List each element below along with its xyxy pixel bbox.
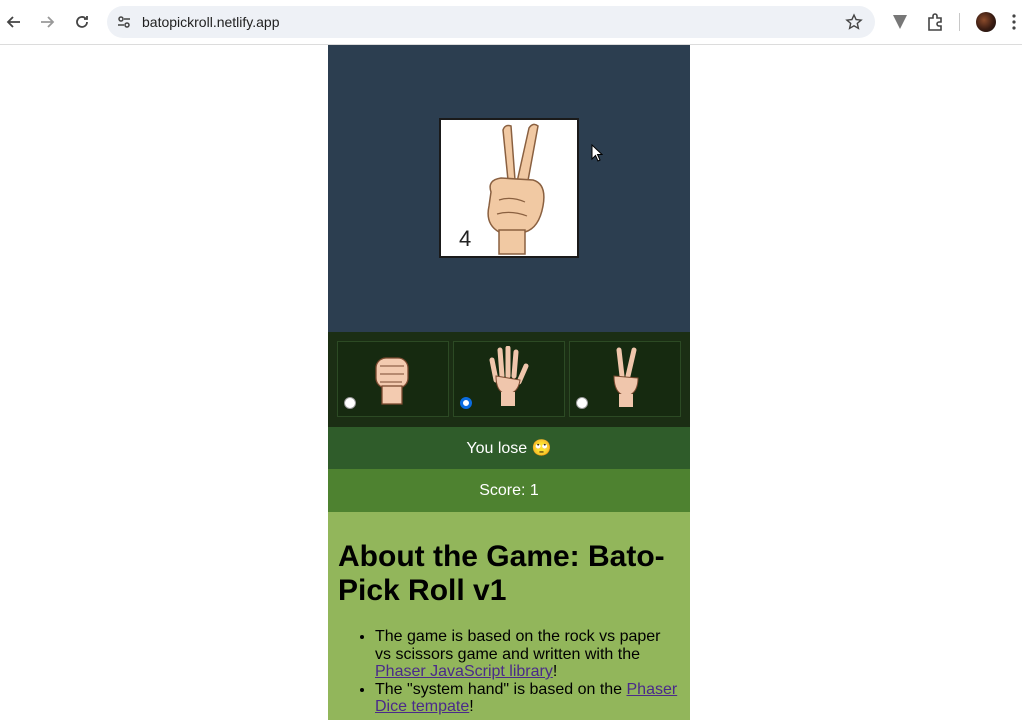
list-item-text: ! bbox=[552, 663, 558, 680]
menu-kebab-icon[interactable] bbox=[1012, 14, 1016, 30]
game-page: 4 You lose 🙄 Score: 1 About the Game: Ba… bbox=[328, 45, 690, 720]
list-item-text: The "system hand" is based on the bbox=[375, 680, 627, 698]
extensions-puzzle-icon[interactable] bbox=[925, 12, 945, 32]
arrow-left-icon bbox=[6, 16, 20, 28]
list-item: The "system hand" is based on the Phaser… bbox=[375, 681, 680, 716]
list-item-text: The game is based on the rock vs paper v… bbox=[375, 628, 661, 663]
about-title: About the Game: Bato-Pick Roll v1 bbox=[338, 540, 665, 607]
profile-avatar[interactable] bbox=[976, 12, 996, 32]
site-settings-icon[interactable] bbox=[116, 14, 132, 30]
reload-icon bbox=[76, 16, 88, 28]
list-item: The game is based on the rock vs paper v… bbox=[375, 628, 680, 681]
arrow-right-icon bbox=[41, 16, 55, 28]
hand-choices bbox=[328, 332, 690, 427]
back-button[interactable] bbox=[2, 10, 26, 34]
system-hand-card: 4 bbox=[439, 118, 579, 258]
choice-scissors[interactable] bbox=[569, 341, 681, 417]
system-hand-number: 4 bbox=[459, 226, 472, 251]
reload-button[interactable] bbox=[70, 10, 94, 34]
game-canvas: 4 bbox=[328, 45, 690, 332]
score-text: Score: 1 bbox=[479, 481, 539, 499]
about-section: About the Game: Bato-Pick Roll v1 The ga… bbox=[328, 512, 690, 720]
rock-radio[interactable] bbox=[344, 397, 356, 409]
scissors-hand-icon bbox=[613, 347, 639, 407]
fist-icon bbox=[375, 357, 409, 405]
toolbar-divider bbox=[959, 13, 960, 31]
list-item-text: ! bbox=[469, 698, 474, 715]
choice-rock[interactable] bbox=[337, 341, 449, 417]
phaser-library-link[interactable]: Phaser JavaScript library bbox=[375, 663, 553, 680]
bookmark-star-icon[interactable] bbox=[845, 13, 863, 31]
url-text[interactable]: batopickroll.netlify.app bbox=[142, 14, 279, 30]
browser-toolbar: batopickroll.netlify.app bbox=[0, 0, 1022, 45]
about-list: The game is based on the rock vs paper v… bbox=[338, 628, 680, 716]
result-text: You lose 🙄 bbox=[466, 440, 552, 457]
address-bar[interactable]: batopickroll.netlify.app bbox=[107, 6, 875, 38]
mouse-cursor-icon bbox=[591, 144, 603, 162]
open-hand-icon bbox=[489, 346, 529, 406]
forward-button[interactable] bbox=[35, 10, 59, 34]
choice-paper[interactable] bbox=[453, 341, 565, 417]
extension-v-icon[interactable] bbox=[890, 12, 910, 32]
paper-radio[interactable] bbox=[460, 397, 472, 409]
scissors-radio[interactable] bbox=[576, 397, 588, 409]
result-banner: You lose 🙄 bbox=[328, 427, 690, 469]
score-banner: Score: 1 bbox=[328, 469, 690, 512]
